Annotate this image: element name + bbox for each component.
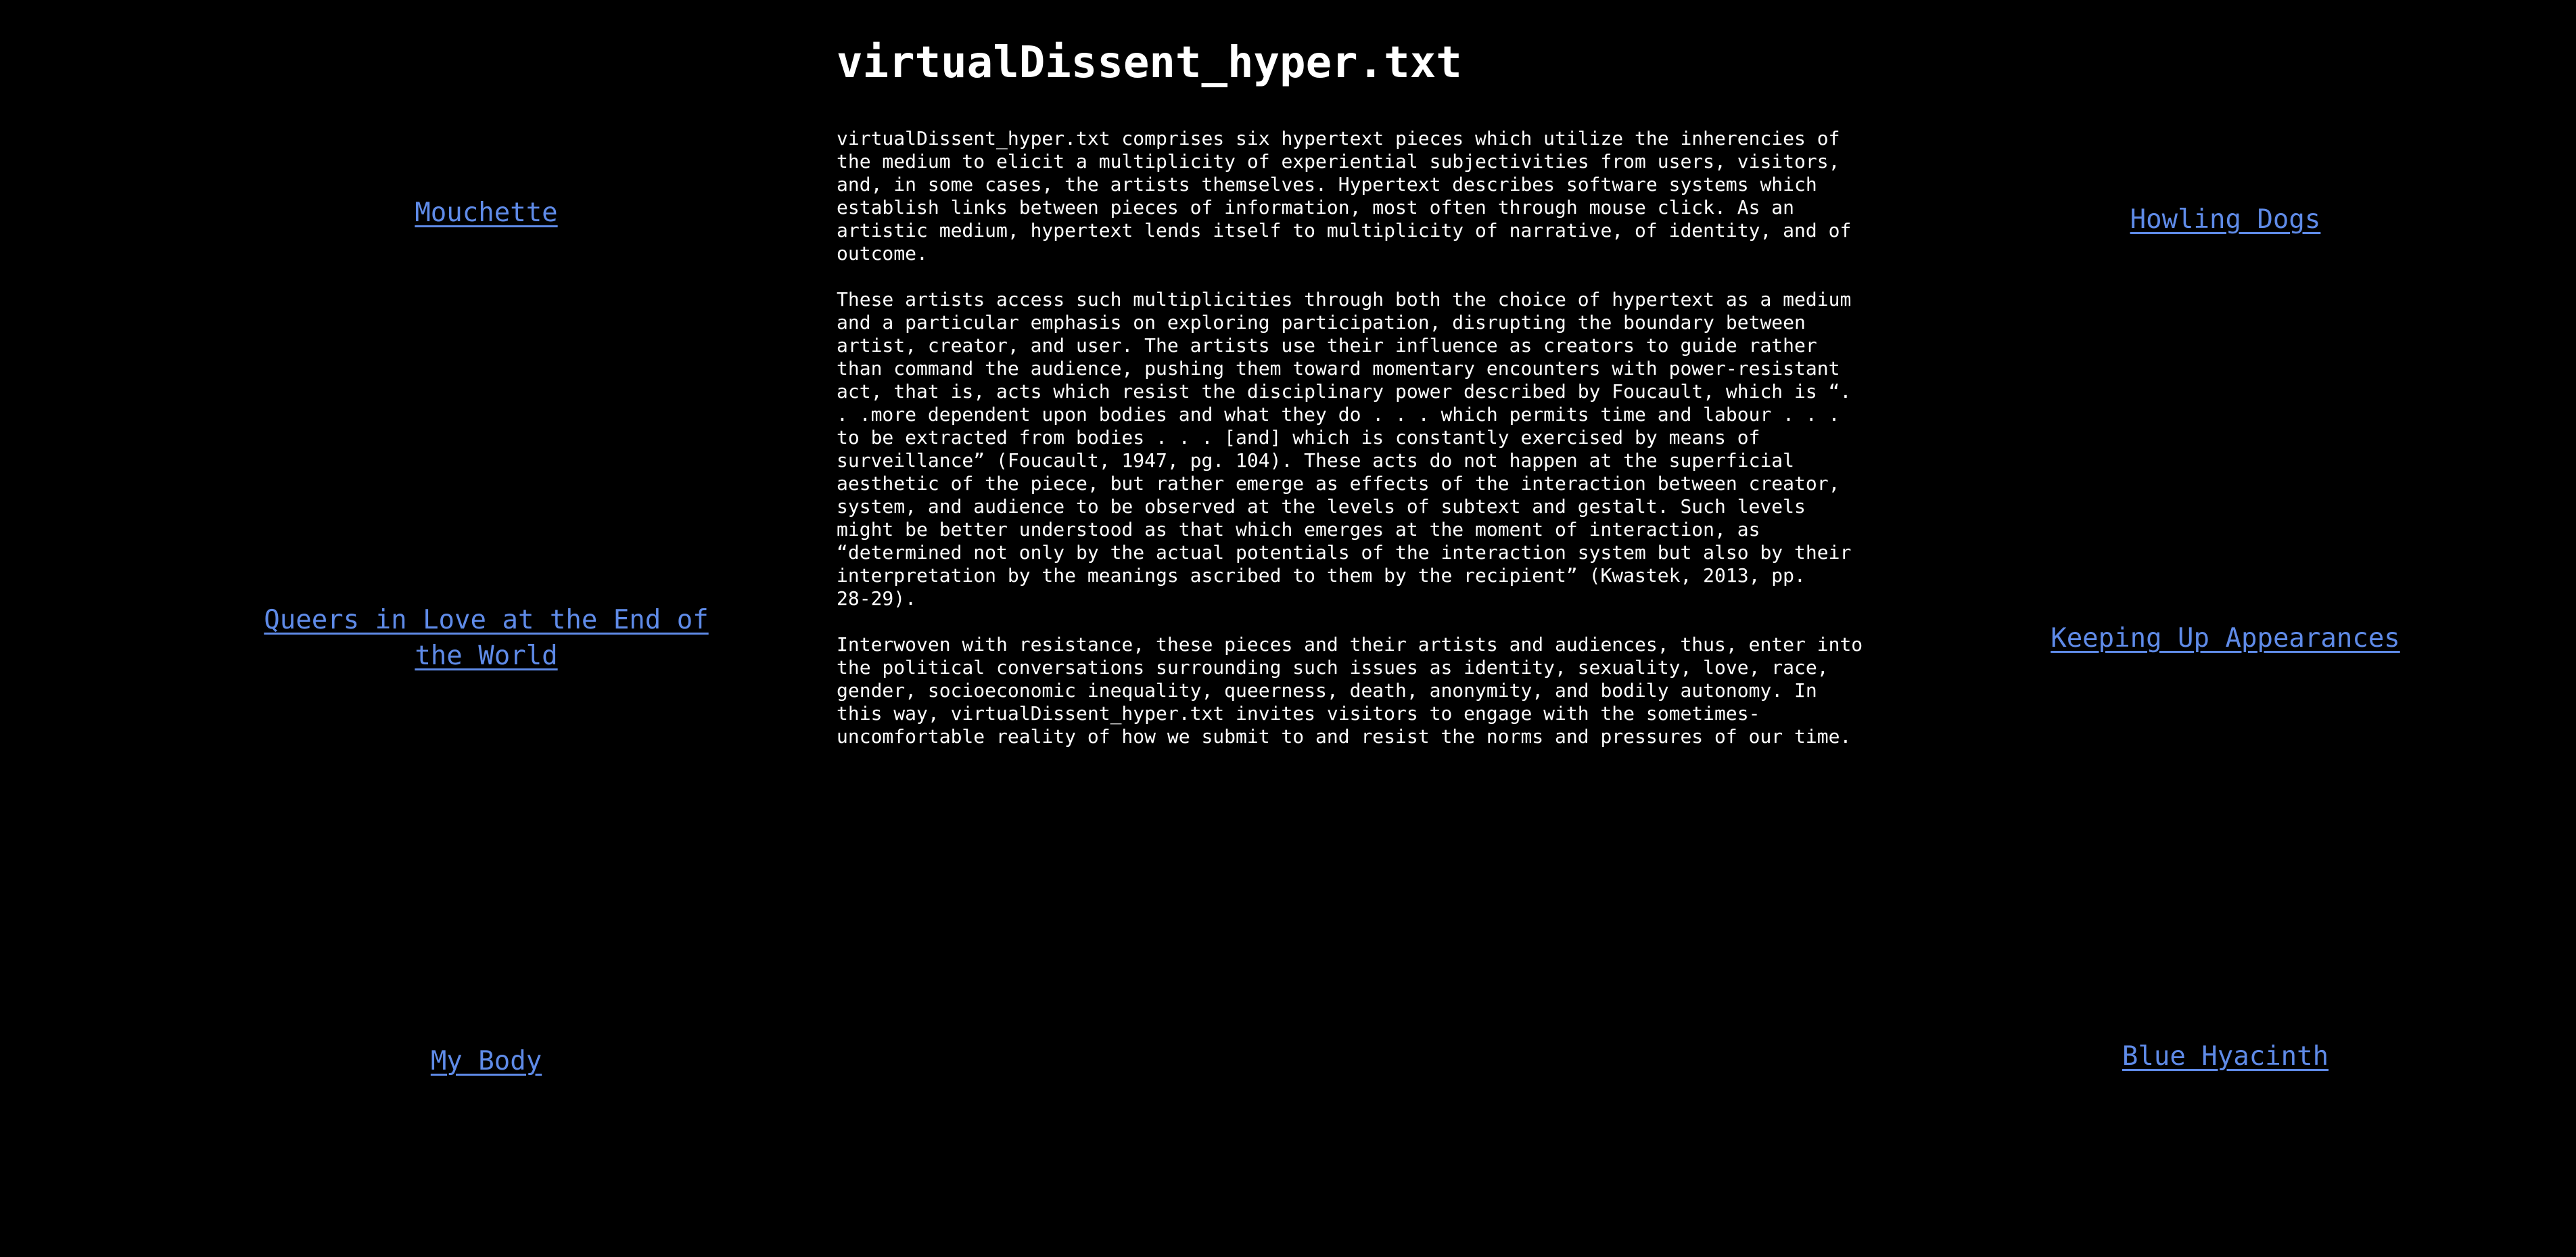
link-howling-dogs[interactable]: Howling Dogs	[1875, 202, 2576, 237]
right-link-column: Howling Dogs Keeping Up Appearances Blue…	[1875, 0, 2576, 1257]
intro-paragraph-3: Interwoven with resistance, these pieces…	[837, 633, 1863, 748]
left-link-column: Mouchette Queers in Love at the End of t…	[0, 0, 837, 1257]
link-blue-hyacinth[interactable]: Blue Hyacinth	[1875, 1038, 2576, 1074]
link-mouchette[interactable]: Mouchette	[176, 195, 797, 231]
page-title: virtualDissent_hyper.txt	[837, 38, 1462, 88]
intro-paragraph-2: These artists access such multiplicities…	[837, 288, 1852, 610]
link-keeping-up-appearances[interactable]: Keeping Up Appearances	[1875, 620, 2576, 656]
link-queers-in-love[interactable]: Queers in Love at the End of the World	[176, 602, 797, 674]
link-my-body[interactable]: My Body	[176, 1043, 797, 1079]
intro-paragraph-1: virtualDissent_hyper.txt comprises six h…	[837, 127, 1852, 265]
main-content: virtualDissent_hyper.txt virtualDissent_…	[837, 34, 1881, 771]
